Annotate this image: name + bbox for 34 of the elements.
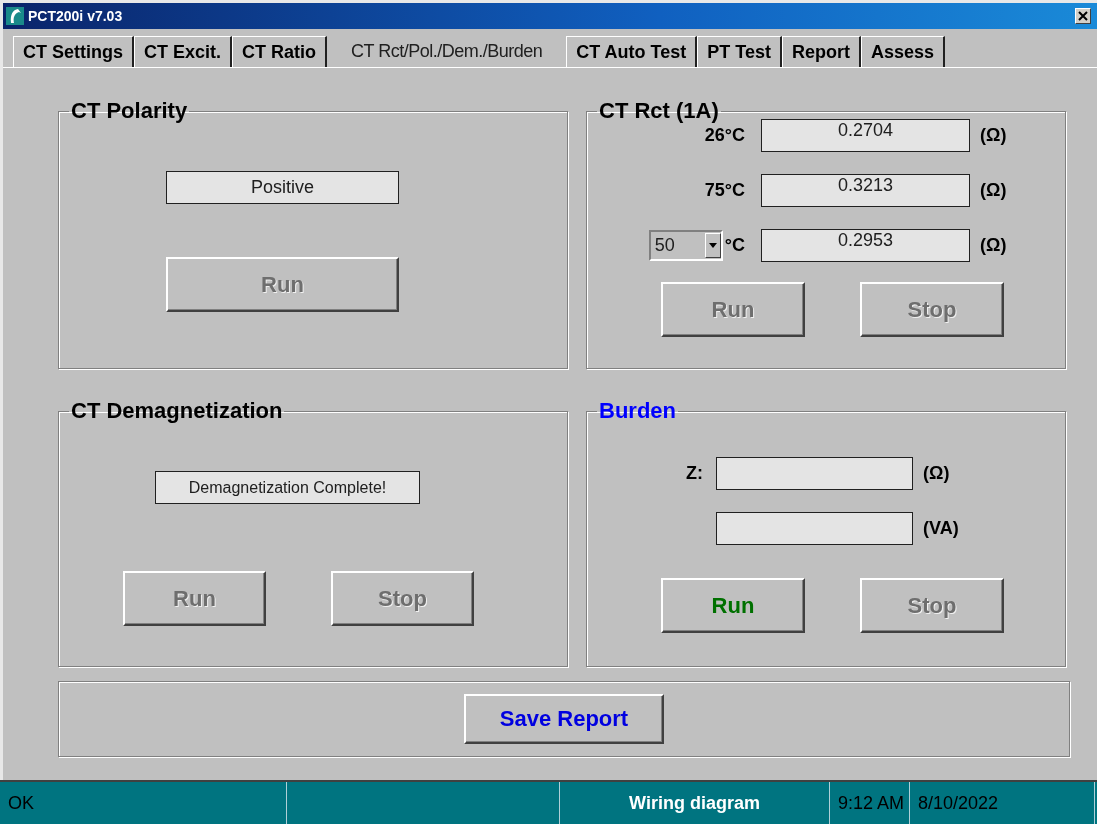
app-logo-icon — [6, 7, 24, 25]
save-report-button[interactable]: Save Report — [464, 694, 664, 744]
unit-label: (Ω) — [980, 180, 1007, 201]
group-title: CT Demagnetization — [70, 399, 284, 423]
tab[interactable]: CT Excit. — [134, 36, 233, 67]
temperature-label: 75°C — [703, 180, 745, 201]
status-time: 9:12 AM — [830, 782, 910, 824]
tab[interactable]: CT Settings — [13, 36, 134, 67]
tab[interactable]: CT Ratio — [232, 36, 328, 67]
status-message: OK — [0, 782, 287, 824]
group-title: CT Polarity — [70, 99, 189, 123]
group-title: Burden — [598, 399, 677, 423]
unit-label: (Ω) — [980, 235, 1007, 256]
unit-label: (VA) — [923, 518, 959, 539]
temperature-label: 26°C — [703, 125, 745, 146]
temperature-dropdown[interactable]: 50 — [648, 230, 723, 261]
unit-label: (Ω) — [980, 125, 1007, 146]
wiring-diagram-button[interactable]: Wiring diagram — [560, 782, 830, 824]
close-button[interactable] — [1075, 8, 1091, 24]
group-title: CT Rct (1A) — [598, 99, 720, 123]
tab[interactable]: CT Auto Test — [566, 36, 698, 67]
field-label: Z: — [685, 463, 703, 484]
status-date: 8/10/2022 — [910, 782, 1095, 824]
result-field: Positive — [166, 171, 399, 204]
window-title: PCT200i v7.03 — [28, 8, 124, 24]
unit-label: °C — [724, 235, 745, 256]
tab[interactable]: Report — [782, 36, 861, 67]
value-field: 0.2953 — [761, 229, 970, 262]
tab[interactable]: Assess — [861, 36, 946, 67]
value-field: 0.2704 — [761, 119, 970, 152]
value-field: 0.3213 — [761, 174, 970, 207]
result-field: Demagnetization Complete! — [155, 471, 420, 504]
unit-label: (Ω) — [923, 463, 950, 484]
tab[interactable]: PT Test — [697, 36, 782, 67]
